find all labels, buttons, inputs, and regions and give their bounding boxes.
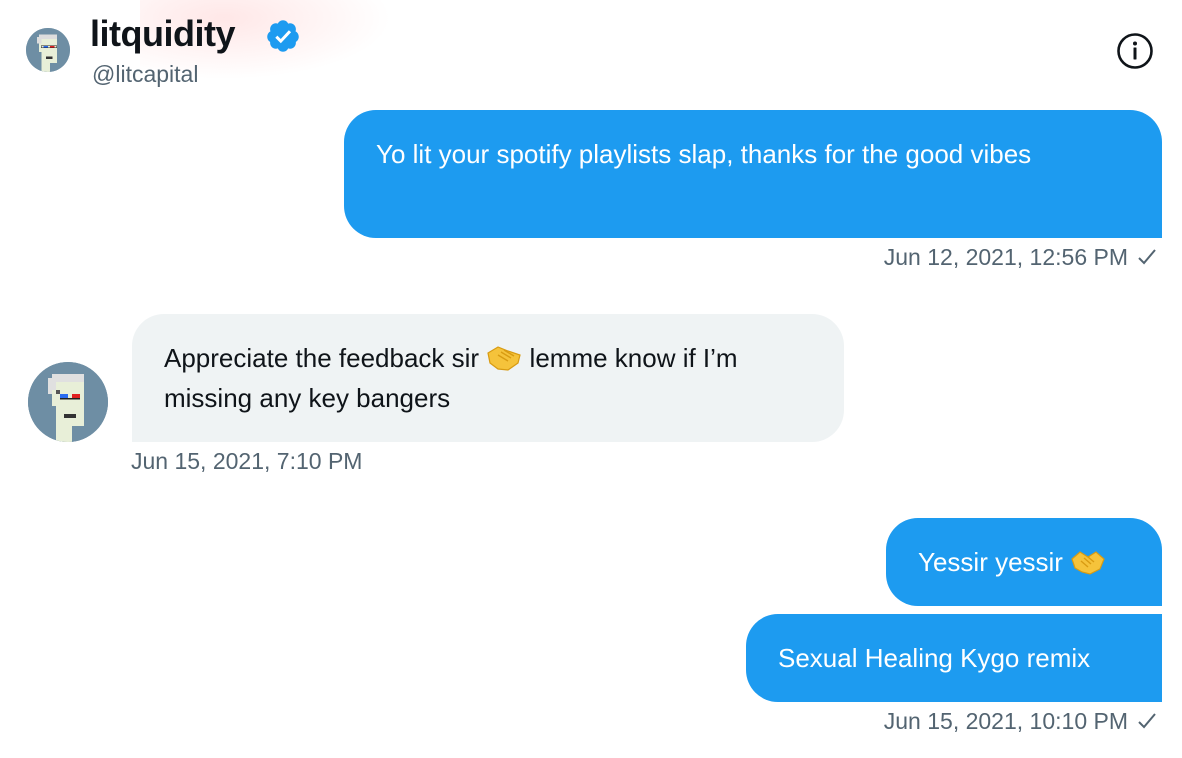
username-handle[interactable]: @litcapital — [92, 60, 198, 88]
timestamp-text: Jun 12, 2021, 12:56 PM — [883, 244, 1128, 270]
message-bubble-sent[interactable]: Yessir yessir — [886, 518, 1162, 606]
header-avatar[interactable] — [26, 28, 70, 72]
message-timestamp: Jun 15, 2021, 7:10 PM — [131, 448, 363, 474]
message-bubble-received[interactable]: Appreciate the feedback sir lemme know i… — [132, 314, 844, 442]
sent-check-icon — [1138, 249, 1156, 265]
message-bubble-sent[interactable]: Sexual Healing Kygo remix — [746, 614, 1162, 702]
message-text: Appreciate the feedback sir — [164, 343, 480, 373]
sent-check-icon — [1138, 713, 1156, 729]
message-text: Sexual Healing Kygo remix — [778, 643, 1091, 673]
handshake-emoji-icon — [1071, 551, 1105, 575]
timestamp-text: Jun 15, 2021, 10:10 PM — [883, 708, 1128, 734]
sender-avatar[interactable] — [28, 362, 108, 442]
handshake-emoji-icon — [487, 346, 522, 371]
info-icon[interactable] — [1116, 32, 1154, 70]
display-name[interactable]: litquidity — [90, 12, 235, 56]
message-timestamp: Jun 12, 2021, 12:56 PM — [884, 243, 1158, 271]
message-text: Yessir yessir — [918, 547, 1063, 577]
verified-badge-icon — [267, 20, 299, 52]
message-text: Yo lit your spotify playlists slap, than… — [376, 139, 1032, 169]
punk-avatar-icon — [26, 28, 70, 72]
message-timestamp: Jun 15, 2021, 10:10 PM — [884, 707, 1158, 735]
message-bubble-sent[interactable]: Yo lit your spotify playlists slap, than… — [344, 110, 1162, 238]
punk-avatar-icon — [28, 362, 108, 442]
